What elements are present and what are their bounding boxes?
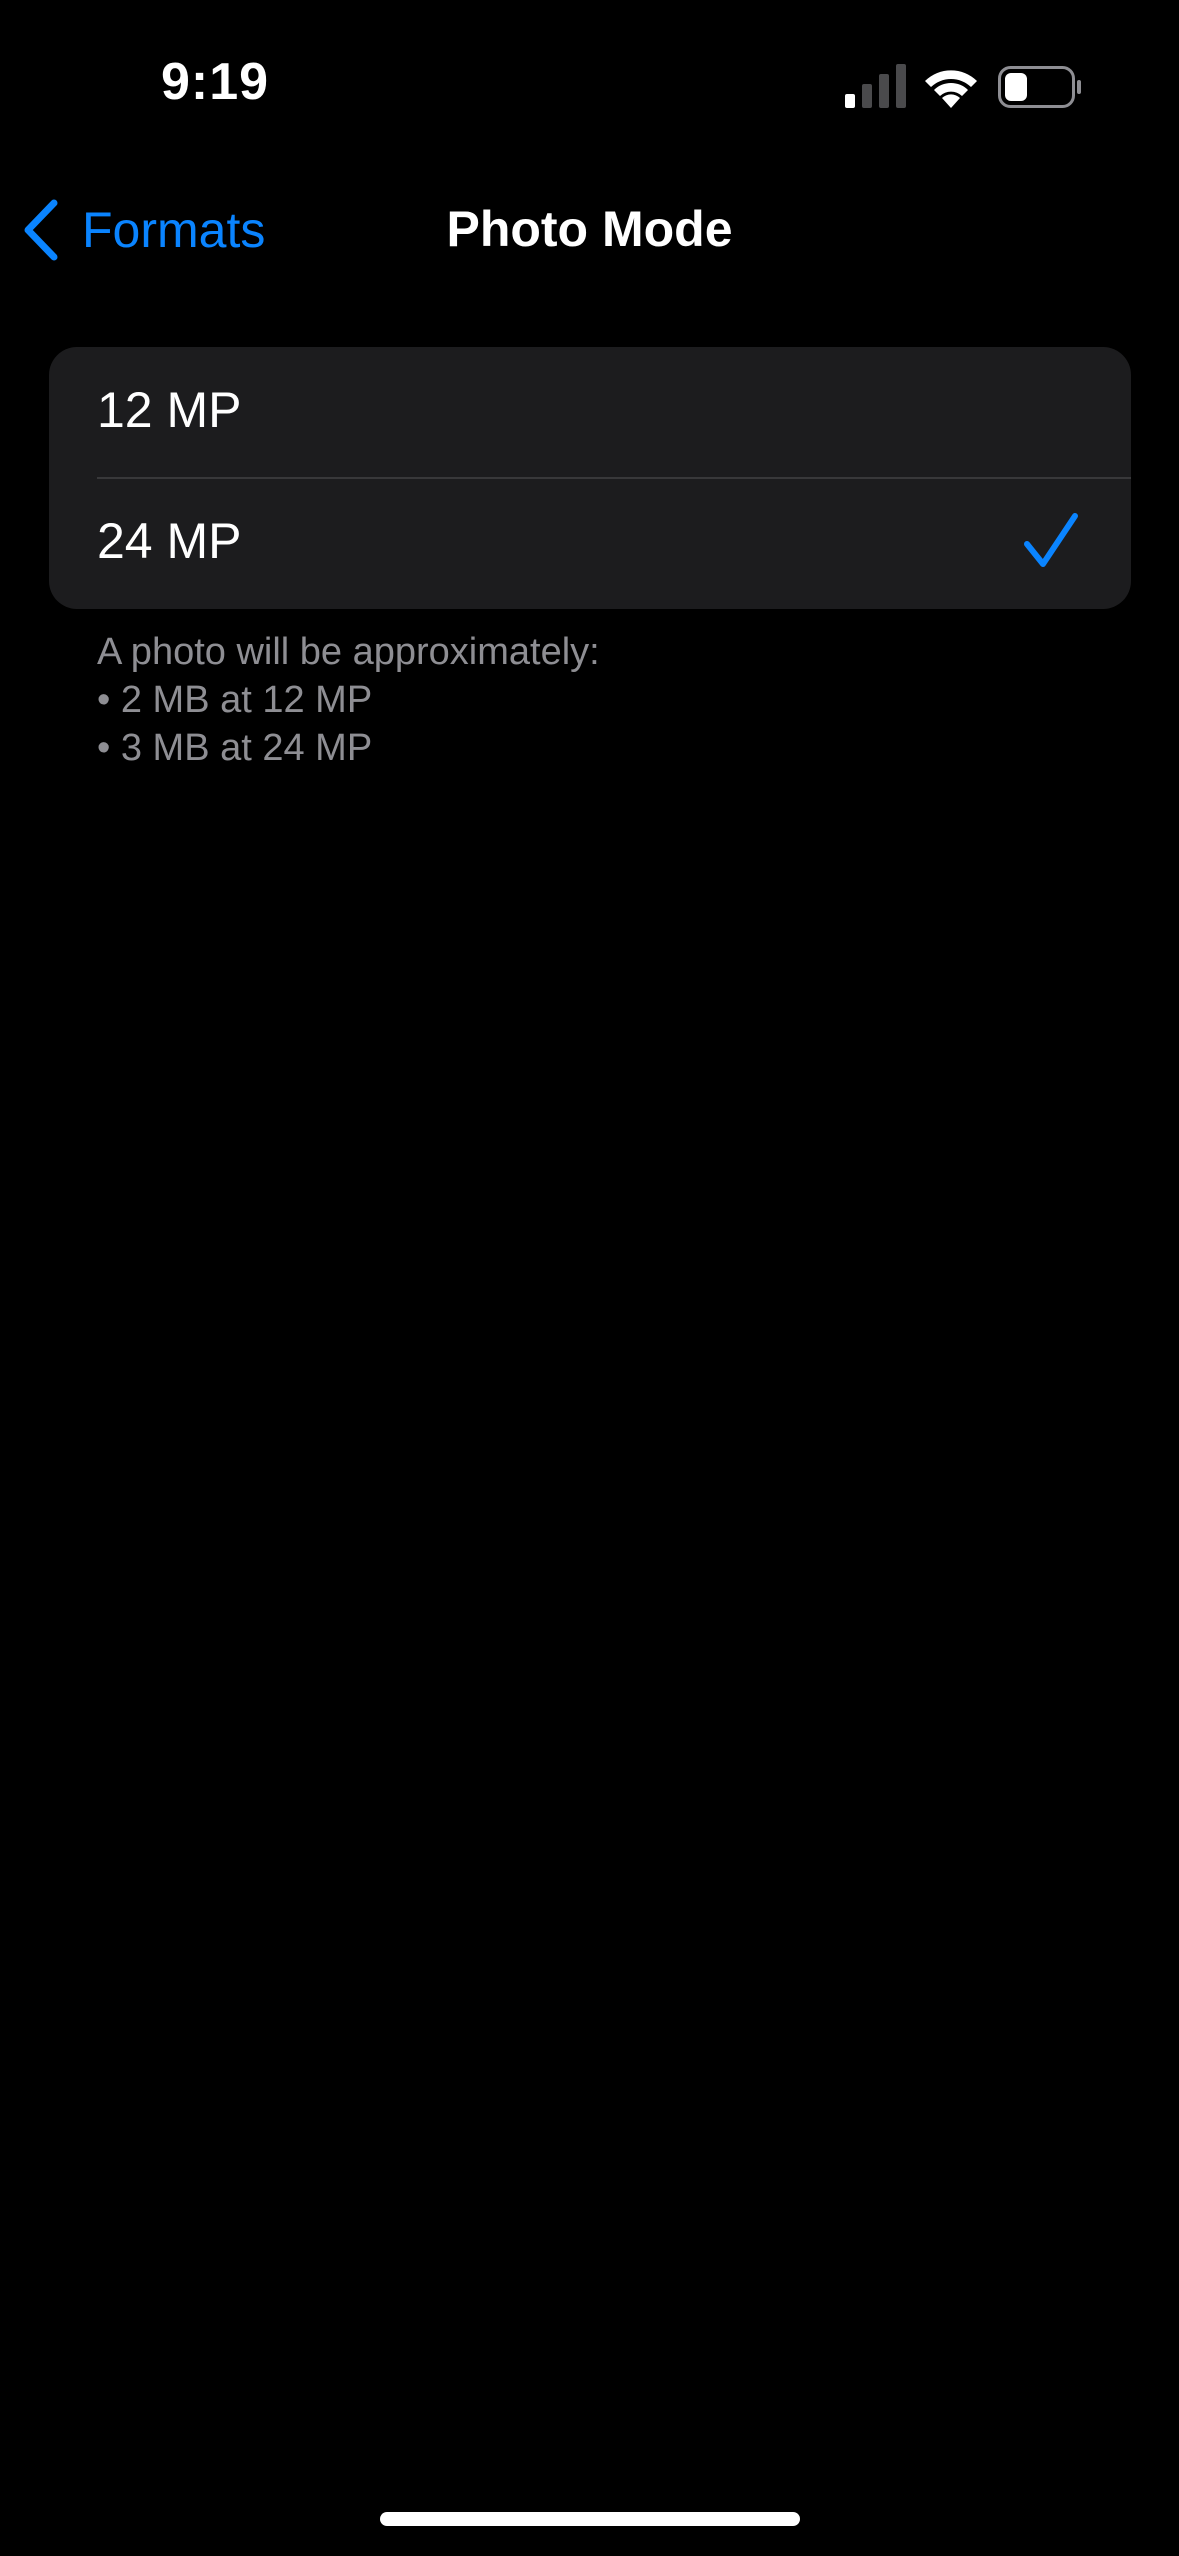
footer-intro: A photo will be approximately:: [97, 631, 600, 673]
wifi-icon: [925, 70, 977, 108]
cellular-signal-icon: [845, 64, 906, 108]
option-24mp[interactable]: 24 MP: [49, 478, 1131, 609]
battery-icon: [998, 66, 1081, 108]
footer-line-12mp: • 2 MB at 12 MP: [97, 679, 373, 721]
checkmark-icon: [1024, 513, 1078, 567]
status-bar: 9:19: [0, 0, 1179, 160]
navigation-bar: Formats Photo Mode: [0, 180, 1179, 280]
photo-mode-options: 12 MP 24 MP: [49, 347, 1131, 609]
home-indicator[interactable]: [380, 2512, 800, 2526]
status-time: 9:19: [160, 53, 270, 111]
option-label: 12 MP: [97, 382, 242, 438]
file-size-footer: A photo will be approximately: • 2 MB at…: [97, 628, 1097, 772]
option-12mp[interactable]: 12 MP: [49, 347, 1131, 479]
page-title: Photo Mode: [446, 201, 733, 257]
option-label: 24 MP: [97, 513, 242, 569]
footer-line-24mp: • 3 MB at 24 MP: [97, 727, 373, 769]
